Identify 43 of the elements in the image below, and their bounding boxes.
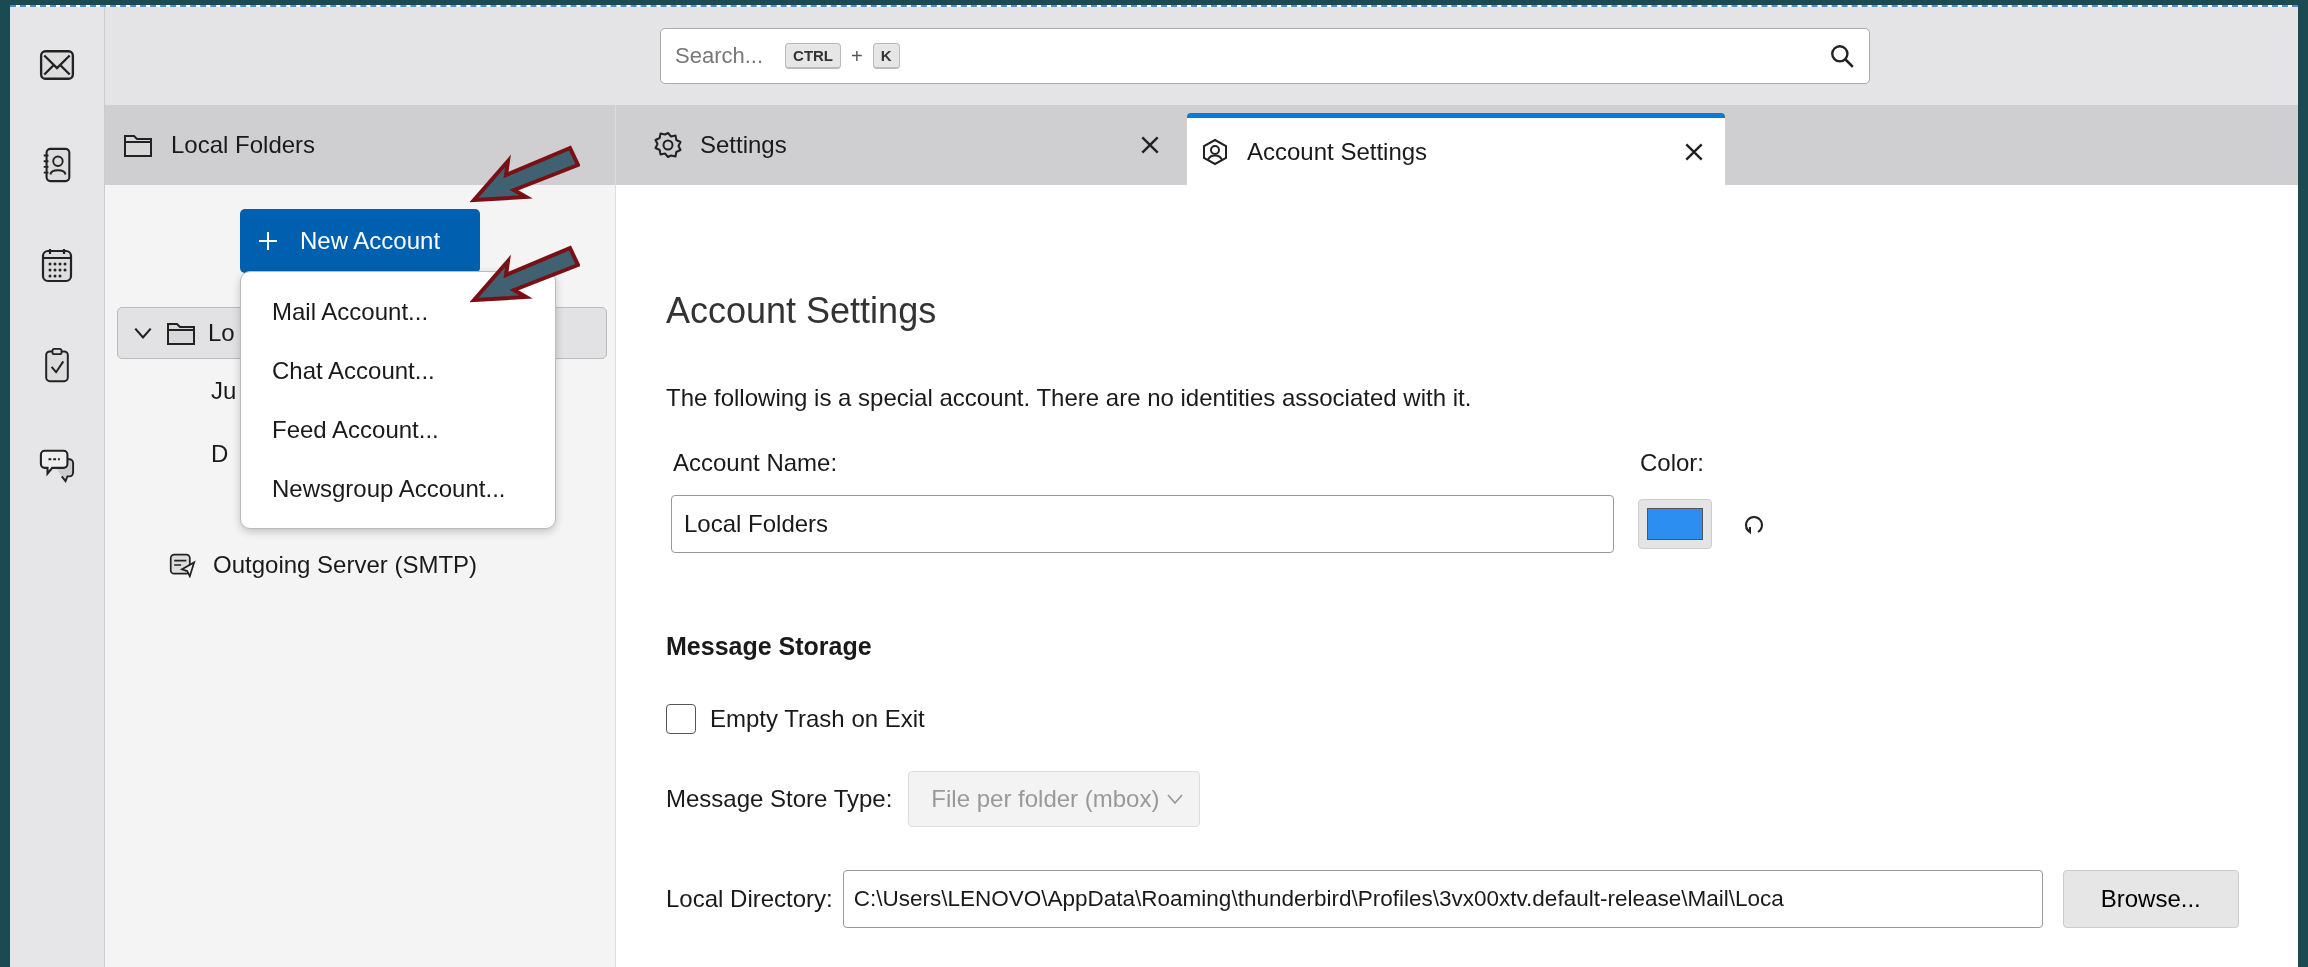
menu-item[interactable]: Mail Account... <box>241 282 555 341</box>
calendar-icon[interactable] <box>39 247 75 283</box>
color-swatch <box>1647 508 1703 540</box>
account-note: The following is a special account. There are no identities associated with it. <box>666 384 1473 412</box>
plus-icon <box>258 231 278 251</box>
search-icon[interactable] <box>1829 43 1855 69</box>
field-label: Message Store Type: <box>666 785 893 813</box>
folder-label[interactable]: Ju <box>211 376 237 405</box>
folder-label: Lo <box>208 319 235 347</box>
search-placeholder: Search... <box>675 43 764 69</box>
new-account-button[interactable]: New Account <box>240 209 480 273</box>
browse-button[interactable]: Browse... <box>2062 870 2239 928</box>
account-icon <box>1201 137 1229 166</box>
color-picker[interactable] <box>1638 499 1712 549</box>
reset-icon[interactable] <box>1742 513 1766 537</box>
keyboard-key: K <box>872 43 900 69</box>
menu-item[interactable]: Chat Account... <box>241 341 555 400</box>
pane-title: Local Folders <box>171 131 316 159</box>
account-name-field[interactable]: Local Folders <box>671 495 1614 553</box>
tab[interactable]: Settings <box>616 105 1181 185</box>
folder-icon <box>166 320 196 346</box>
menu-item[interactable]: Feed Account... <box>241 400 555 459</box>
menu-item[interactable]: Newsgroup Account... <box>241 459 555 518</box>
close-icon[interactable] <box>1139 134 1161 156</box>
page-title: Account Settings <box>666 290 938 332</box>
key-joiner: + <box>851 44 863 68</box>
folder-label[interactable]: D <box>211 439 229 468</box>
checkbox[interactable] <box>666 704 696 734</box>
field-label: Account Name: <box>672 449 839 477</box>
folder-icon <box>123 132 153 158</box>
keyboard-key: CTRL <box>785 43 842 69</box>
field-label: Local Directory: <box>666 885 833 913</box>
local-directory-field[interactable]: C:\Users\LENOVO\AppData\Roaming\thunderbird\Profiles\3vx00xtv.default-release\Mail\Loca <box>842 870 2043 928</box>
tab[interactable]: Account Settings <box>1187 113 1725 185</box>
gear-icon <box>654 131 682 159</box>
outgoing-server-icon <box>167 551 197 578</box>
chat-icon[interactable] <box>39 447 75 483</box>
checkbox-label[interactable]: Empty Trash on Exit <box>710 705 925 733</box>
mail-icon[interactable] <box>39 47 75 83</box>
field-label: Color: <box>1639 449 1706 477</box>
server-label[interactable]: Outgoing Server (SMTP) <box>213 550 478 579</box>
section-heading: Message Storage <box>666 632 873 661</box>
search-field[interactable]: Search... CTRL + K <box>660 28 1870 84</box>
